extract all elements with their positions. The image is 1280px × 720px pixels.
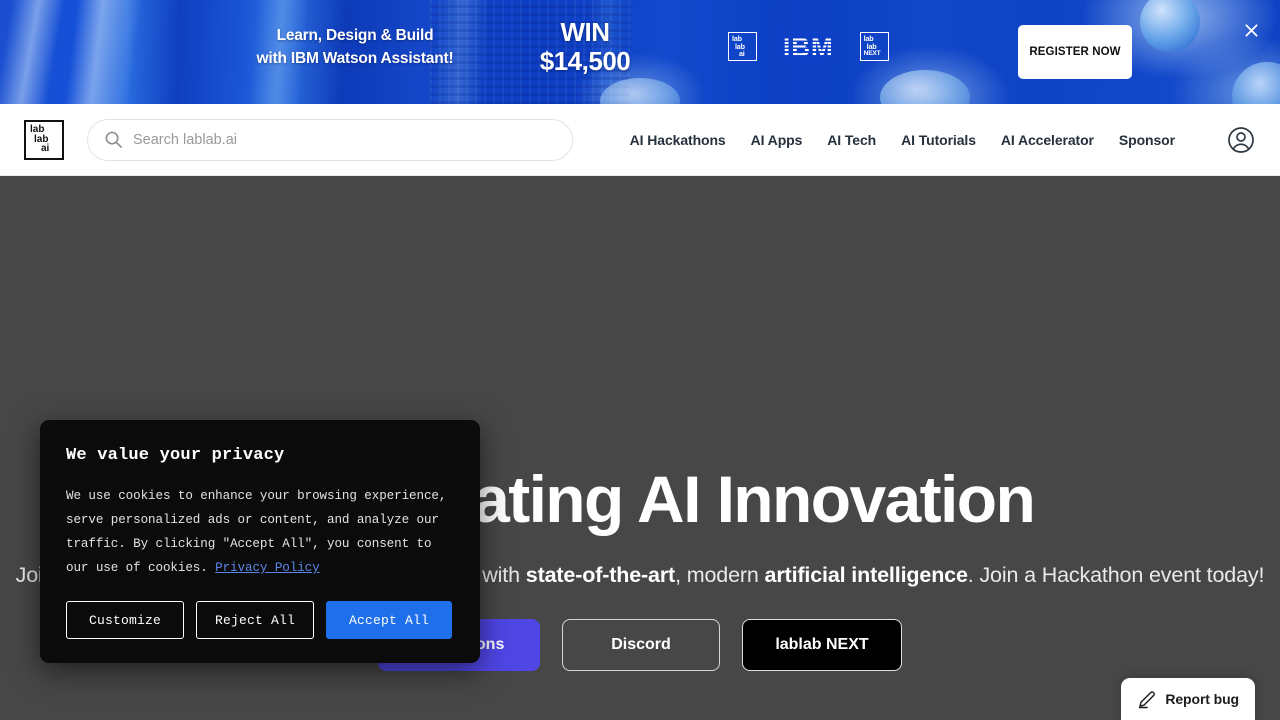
- discord-button[interactable]: Discord: [562, 619, 720, 671]
- promo-headline: Learn, Design & Build with IBM Watson As…: [240, 24, 470, 70]
- site-logo-line-3: ai: [41, 143, 50, 155]
- main-navbar: lab lab ai AI Hackathons AI Apps AI Tech…: [0, 104, 1280, 176]
- site-logo[interactable]: lab lab ai: [24, 119, 64, 160]
- nav-link-ai-apps[interactable]: AI Apps: [751, 132, 803, 148]
- lablab-ai-logo: lab lab ai: [728, 32, 757, 61]
- promo-prize-label: WIN: [560, 17, 610, 47]
- customize-button[interactable]: Customize: [66, 601, 184, 639]
- ibm-logo-text: IBM: [783, 31, 834, 62]
- cookie-dialog-body: We use cookies to enhance your browsing …: [66, 484, 454, 580]
- promo-prize: WIN $14,500: [500, 18, 670, 76]
- promo-bubble-2: [1232, 62, 1280, 104]
- ibm-logo-label: IBM: [783, 31, 834, 62]
- cookie-dialog-title: We value your privacy: [66, 446, 285, 465]
- promo-bubble-4: [600, 78, 680, 104]
- nav-link-ai-accelerator[interactable]: AI Accelerator: [1001, 132, 1094, 148]
- promo-bubble-3: [880, 70, 970, 104]
- report-bug-label: Report bug: [1165, 691, 1239, 707]
- promo-headline-line-2: with IBM Watson Assistant!: [256, 50, 454, 67]
- promo-headline-line-1: Learn, Design & Build: [276, 27, 434, 44]
- nav-link-sponsor[interactable]: Sponsor: [1119, 132, 1175, 148]
- lablab-ai-logo-line-3: ai: [739, 49, 745, 59]
- page-root: Learn, Design & Build with IBM Watson As…: [0, 0, 1280, 720]
- promo-banner: Learn, Design & Build with IBM Watson As…: [0, 0, 1280, 104]
- cookie-consent-dialog: We value your privacy We use cookies to …: [40, 420, 480, 663]
- privacy-policy-link[interactable]: Privacy Policy: [215, 561, 320, 575]
- lablab-next-logo-line-2: lab: [866, 41, 877, 51]
- promo-logo-group: lab lab ai IBM lab lab NEXT: [728, 32, 889, 61]
- accept-all-button[interactable]: Accept All: [326, 601, 452, 639]
- nav-link-ai-tutorials[interactable]: AI Tutorials: [901, 132, 976, 148]
- ibm-logo: IBM: [783, 31, 834, 62]
- promo-prize-amount: $14,500: [539, 46, 631, 76]
- reject-all-button[interactable]: Reject All: [196, 601, 314, 639]
- search-icon: [104, 130, 123, 149]
- lablab-next-button[interactable]: lablab NEXT: [742, 619, 902, 671]
- search-container: [87, 118, 573, 161]
- report-bug-button[interactable]: Report bug: [1121, 678, 1255, 720]
- pencil-icon: [1137, 690, 1156, 709]
- lablab-next-logo: lab lab NEXT: [859, 32, 889, 61]
- nav-links: AI Hackathons AI Apps AI Tech AI Tutoria…: [630, 125, 1256, 155]
- register-now-button[interactable]: REGISTER NOW: [1018, 25, 1132, 79]
- cookie-dialog-buttons: Customize Reject All Accept All: [66, 601, 454, 639]
- promo-bubble-1: [1140, 0, 1200, 52]
- search-input[interactable]: [87, 118, 573, 161]
- user-circle-icon[interactable]: [1226, 125, 1256, 155]
- lablab-next-logo-line-3: NEXT: [863, 50, 881, 58]
- nav-link-ai-tech[interactable]: AI Tech: [827, 132, 876, 148]
- nav-link-ai-hackathons[interactable]: AI Hackathons: [630, 132, 726, 148]
- close-icon[interactable]: [1238, 17, 1264, 43]
